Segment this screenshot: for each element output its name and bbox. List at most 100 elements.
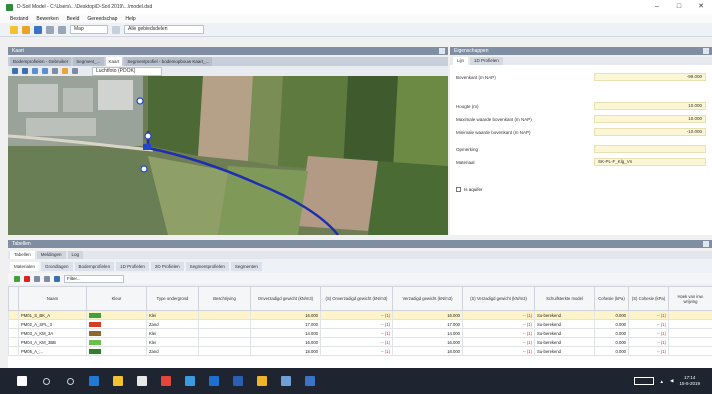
layers-icon[interactable] [62, 68, 68, 74]
column-header[interactable]: Onverzadigd gewicht (kN/m3) [250, 286, 321, 311]
table-cell[interactable]: 17.000 [392, 319, 463, 329]
taskbar-explorer-icon[interactable] [106, 368, 130, 394]
column-header[interactable]: (S) Verzadigd gewicht (kN/m3) [462, 286, 535, 311]
new-file-icon[interactable] [10, 25, 18, 34]
zoom-out-icon[interactable] [42, 68, 48, 74]
table-cell[interactable]: 14.000 [392, 328, 463, 338]
network-icon[interactable]: ▲ [660, 379, 664, 384]
menu-file[interactable]: Bestand [10, 16, 28, 22]
pin-icon[interactable] [439, 48, 445, 54]
column-header[interactable]: Naam [18, 286, 87, 311]
pan-tool-icon[interactable] [22, 68, 28, 74]
pin-icon[interactable] [703, 48, 709, 54]
tab-soil-profiles-user[interactable]: Bodemprofielen - Gebruiker [10, 57, 72, 66]
table-row[interactable]: PM02_A_SPL_3 Zand 17.000 -- (1) 17.000 -- (1)… [8, 319, 712, 329]
row-selector[interactable] [8, 319, 19, 329]
open-folder-icon[interactable] [22, 25, 30, 34]
column-header[interactable]: Type ondergrond [146, 286, 199, 311]
paste-icon[interactable] [44, 275, 50, 282]
table-cell[interactable]: 0.000 [594, 346, 629, 356]
table-cell[interactable] [198, 319, 251, 329]
color-cell[interactable] [86, 337, 147, 347]
aquifer-checkbox[interactable] [456, 187, 461, 192]
delete-row-icon[interactable] [24, 275, 30, 282]
table-cell[interactable] [198, 310, 251, 320]
column-header[interactable]: Schuifsterkte model [534, 286, 595, 311]
tab-1d-profiles-table[interactable]: 1D Profielen [116, 262, 149, 271]
table-cell[interactable] [668, 319, 712, 329]
tab-segment-profile[interactable]: Segmentprofiel - bodemopbouw Kaart_... [124, 57, 213, 66]
aquifer-checkbox-row[interactable]: Is aquifer [456, 187, 483, 192]
top-level-field[interactable]: -99.000 [594, 73, 706, 81]
menu-help[interactable]: Help [125, 16, 135, 22]
taskbar-edge-icon[interactable] [82, 368, 106, 394]
table-cell[interactable]: -- (1) [628, 319, 669, 329]
table-cell[interactable] [198, 328, 251, 338]
table-cell[interactable]: -- (1) [628, 346, 669, 356]
taskbar-word-icon[interactable] [226, 368, 250, 394]
table-cell[interactable]: 17.000 [250, 319, 321, 329]
close-button[interactable]: ✕ [690, 0, 712, 14]
battery-icon[interactable] [633, 377, 654, 385]
color-cell[interactable] [86, 328, 147, 338]
table-cell[interactable]: Klei [146, 310, 199, 320]
region-select[interactable]: Alle gebiedsdelen [124, 25, 204, 34]
tab-line[interactable]: Lijn [453, 57, 469, 65]
redo-icon[interactable] [58, 25, 66, 34]
select-tool-icon[interactable] [12, 68, 18, 74]
color-cell[interactable] [86, 310, 147, 320]
table-row[interactable]: PM04_A_KM_3BB Klei 16.000 -- (1) 16.000 -- (1… [8, 337, 712, 347]
table-cell[interactable]: -- (1) [628, 328, 669, 338]
row-selector[interactable] [8, 310, 19, 320]
taskbar-app-dark-icon[interactable] [298, 368, 322, 394]
table-cell[interactable] [198, 337, 251, 347]
table-cell[interactable] [668, 310, 712, 320]
column-header[interactable]: Beschrijving [198, 286, 251, 311]
table-cell[interactable]: PM05_A_... [18, 346, 87, 356]
table-cell[interactable] [198, 346, 251, 356]
table-cell[interactable]: 18.000 [250, 346, 321, 356]
taskbar-outlook-icon[interactable] [202, 368, 226, 394]
taskbar-chrome-icon[interactable] [154, 368, 178, 394]
settings-icon[interactable] [112, 25, 120, 34]
table-cell[interactable]: -- (1) [462, 319, 535, 329]
row-selector[interactable] [8, 337, 19, 347]
table-cell[interactable]: -- (1) [320, 310, 393, 320]
table-cell[interactable]: -- (1) [628, 337, 669, 347]
max-top-field[interactable]: 10.000 [594, 115, 706, 123]
minimize-button[interactable]: – [646, 0, 668, 14]
mode-select[interactable]: Map [70, 25, 108, 34]
pin-icon[interactable] [703, 241, 709, 247]
tab-tables[interactable]: Tabellen [10, 251, 35, 259]
table-cell[interactable]: -- (1) [320, 346, 393, 356]
table-cell[interactable]: -- (1) [462, 310, 535, 320]
volume-icon[interactable]: ◀ [670, 378, 673, 384]
filter-icon[interactable] [54, 275, 60, 282]
column-header[interactable]: Verzadigd gewicht (kN/m3) [392, 286, 463, 311]
table-cell[interactable] [668, 337, 712, 347]
table-cell[interactable]: Klei [146, 328, 199, 338]
table-cell[interactable]: 0.000 [594, 310, 629, 320]
tab-map[interactable]: Kaart [105, 57, 123, 66]
draw-line-icon[interactable] [72, 68, 78, 74]
save-icon[interactable] [34, 25, 42, 34]
table-cell[interactable]: 0.000 [594, 319, 629, 329]
table-cell[interactable]: -- (1) [462, 337, 535, 347]
table-cell[interactable]: Zand [146, 346, 199, 356]
table-cell[interactable]: PM01_S_BK_A [18, 310, 87, 320]
table-cell[interactable]: -- (1) [462, 328, 535, 338]
tab-segment[interactable]: Segment_... [73, 57, 104, 66]
measure-icon[interactable] [52, 68, 58, 74]
table-cell[interactable]: Su-berekend [534, 328, 595, 338]
column-header[interactable]: Kleur [86, 286, 147, 311]
copy-icon[interactable] [34, 275, 40, 282]
taskbar-search-icon[interactable] [34, 368, 58, 394]
table-cell[interactable]: PM02_A_SPL_3 [18, 319, 87, 329]
min-top-field[interactable]: -10.000 [594, 128, 706, 136]
add-row-icon[interactable] [14, 275, 20, 282]
basemap-select[interactable]: Luchtfoto (PDOK) [92, 66, 162, 76]
color-cell[interactable] [86, 346, 147, 356]
row-selector[interactable] [8, 346, 19, 356]
table-cell[interactable]: PM03_A_KM_3A [18, 328, 87, 338]
table-cell[interactable]: 16.000 [250, 310, 321, 320]
